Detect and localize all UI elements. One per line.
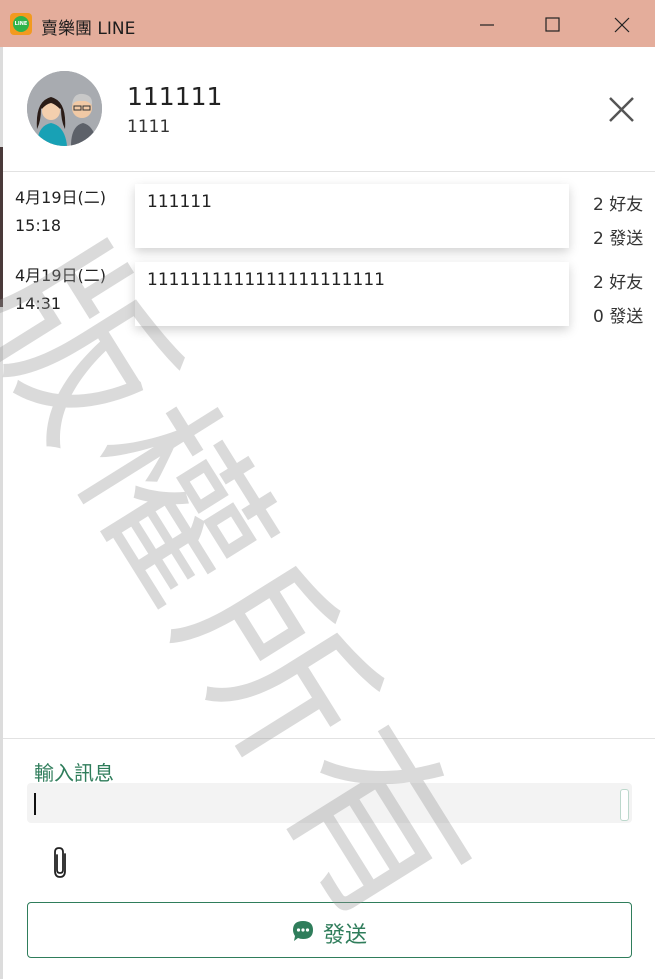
contact-subtitle: 1111 [127, 117, 171, 137]
maximize-button[interactable] [526, 0, 580, 47]
avatar [27, 71, 102, 146]
friends-count: 2 好友 [593, 273, 644, 293]
message-text: 111111 [147, 192, 212, 212]
close-icon [614, 17, 630, 33]
minimize-icon [480, 24, 494, 26]
message-list[interactable]: 4月19日(二) 15:18 111111 2 好友 2 發送 4月19日(二)… [3, 172, 655, 737]
sent-count: 0 發送 [593, 307, 644, 327]
message-item[interactable]: 4月19日(二) 14:31 1111111111111111111111 2 … [3, 250, 655, 328]
maximize-icon [545, 17, 560, 32]
couple-avatar-icon [27, 71, 102, 146]
line-app-icon: LINE [10, 13, 32, 35]
input-scrollbar[interactable] [620, 789, 629, 821]
message-time: 15:18 [15, 216, 62, 235]
attach-button[interactable] [49, 845, 73, 881]
title-bar: LINE 賣樂團 LINE [0, 0, 655, 47]
send-button[interactable]: 發送 [27, 902, 632, 958]
window-close-button[interactable] [595, 0, 649, 47]
message-timestamp: 4月19日(二) 14:31 [15, 262, 133, 318]
message-bubble[interactable]: 1111111111111111111111 [135, 262, 569, 326]
close-icon [609, 97, 634, 122]
text-caret [34, 793, 36, 815]
message-time: 14:31 [15, 294, 62, 313]
chat-bubble-icon [293, 921, 313, 941]
message-timestamp: 4月19日(二) 15:18 [15, 184, 133, 240]
window-title: 賣樂團 LINE [41, 19, 136, 39]
message-input-label: 輸入訊息 [34, 761, 114, 785]
message-stats: 2 好友 0 發送 [593, 266, 643, 334]
composer: 輸入訊息 發送 [3, 738, 655, 980]
message-date: 4月19日(二) [15, 266, 107, 285]
message-bubble[interactable]: 111111 [135, 184, 569, 248]
message-input[interactable] [27, 783, 632, 823]
close-chat-button[interactable] [604, 93, 638, 127]
message-item[interactable]: 4月19日(二) 15:18 111111 2 好友 2 發送 [3, 172, 655, 250]
contact-header: 111111 1111 [3, 47, 655, 172]
message-stats: 2 好友 2 發送 [593, 188, 643, 256]
send-button-label: 發送 [323, 923, 368, 948]
message-text: 1111111111111111111111 [147, 270, 385, 290]
message-date: 4月19日(二) [15, 188, 107, 207]
friends-count: 2 好友 [593, 195, 644, 215]
minimize-button[interactable] [460, 0, 514, 47]
contact-name: 111111 [127, 82, 223, 111]
app-icon-label: LINE [13, 16, 29, 32]
paperclip-icon [54, 847, 66, 878]
